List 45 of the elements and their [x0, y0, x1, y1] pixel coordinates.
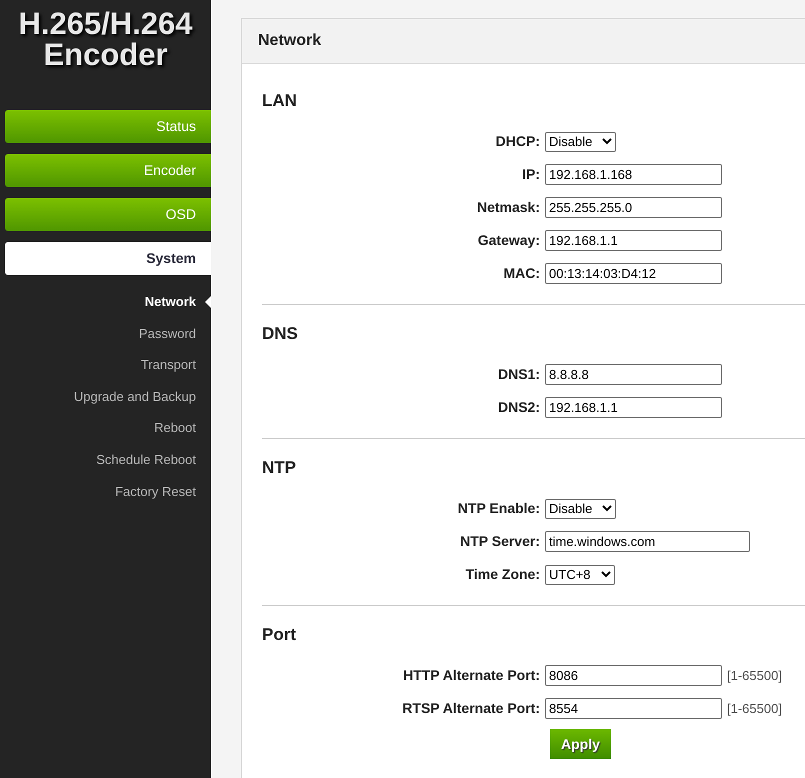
app-title: H.265/H.264 [18, 8, 193, 39]
field-label: HTTP Alternate Port: [403, 667, 540, 683]
dropdown[interactable]: Disable [545, 132, 616, 152]
input-field[interactable]: 8.8.8.8 [545, 364, 722, 385]
chevron-icon [602, 138, 612, 145]
field-label: IP: [522, 166, 540, 182]
nav-button[interactable]: System [5, 242, 211, 275]
pointer-icon [205, 296, 211, 308]
section-heading: DNS [262, 324, 299, 344]
nav-link[interactable]: Transport [0, 349, 211, 381]
nav-link[interactable]: Schedule Reboot [0, 444, 211, 476]
range-hint: [1-65500] [727, 700, 782, 718]
field-label: Gateway: [478, 232, 540, 248]
input-field[interactable]: 255.255.255.0 [545, 197, 722, 218]
range-hint: [1-65500] [727, 666, 782, 685]
panel-title: Network [258, 31, 322, 51]
field-label: DNS2: [498, 399, 540, 415]
field-label: Time Zone: [466, 566, 540, 582]
field-label: MAC: [503, 265, 540, 281]
field-label: DNS1: [498, 366, 540, 382]
section-heading: LAN [262, 91, 298, 111]
input-field[interactable]: 192.168.1.1 [545, 230, 722, 251]
field-label: Netmask: [476, 199, 540, 215]
dropdown[interactable]: UTC+8 [545, 564, 615, 584]
input-field[interactable]: 8086 [545, 665, 722, 686]
app-title: Encoder [43, 39, 168, 70]
chevron-icon [602, 505, 612, 512]
input-field[interactable]: 8554 [545, 698, 722, 719]
field-label: NTP Server: [460, 533, 540, 549]
section-heading: Port [262, 625, 297, 645]
input-field[interactable]: 192.168.1.1 [545, 397, 722, 418]
nav-link[interactable]: Upgrade and Backup [0, 380, 211, 412]
field-label: DHCP: [496, 133, 540, 149]
dropdown[interactable]: Disable [545, 498, 616, 518]
nav-link[interactable]: Network [0, 286, 211, 318]
section-heading: NTP [262, 458, 297, 478]
input-field[interactable]: time.windows.com [545, 531, 750, 552]
nav-link[interactable]: Password [0, 318, 211, 350]
field-label: RTSP Alternate Port: [402, 700, 540, 716]
input-field[interactable]: 00:13:14:03:D4:12 [545, 263, 722, 284]
chevron-icon [600, 571, 611, 578]
nav-link[interactable]: Factory Reset [0, 476, 211, 508]
nav-link[interactable]: Reboot [0, 412, 211, 444]
input-field[interactable]: 192.168.1.168 [545, 164, 722, 185]
field-label: NTP Enable: [458, 500, 540, 516]
